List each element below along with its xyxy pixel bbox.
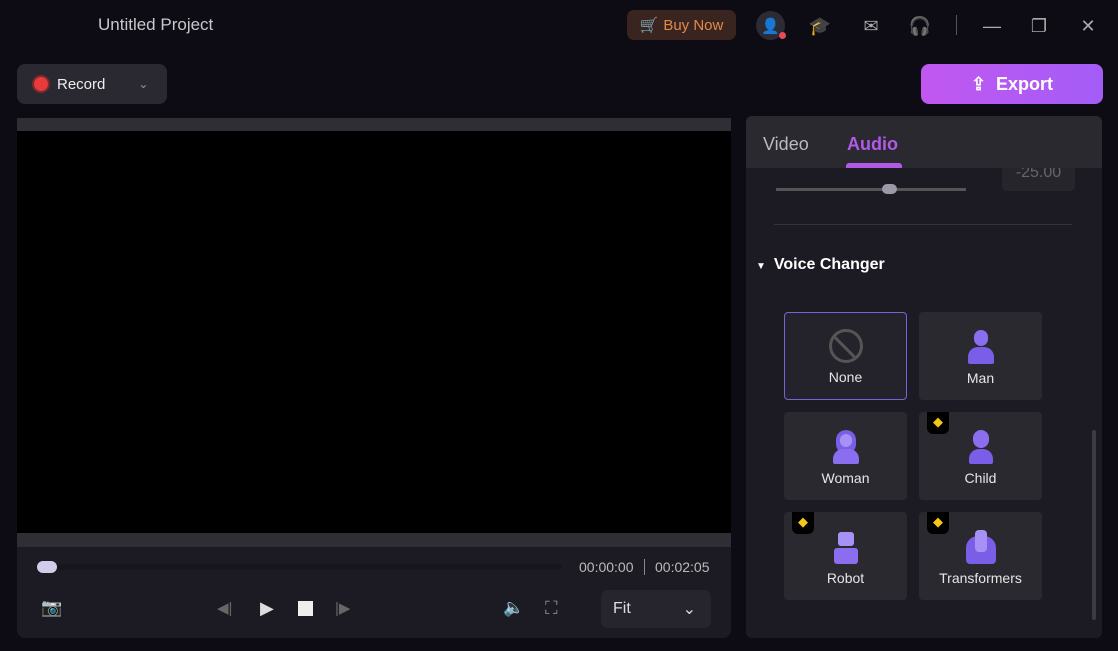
video-canvas	[17, 131, 731, 533]
previous-frame-icon[interactable]: ◀|	[217, 599, 232, 617]
account-avatar[interactable]: 👤	[756, 11, 786, 40]
voice-label: Robot	[826, 570, 865, 586]
panel-scrollbar[interactable]	[1092, 430, 1096, 620]
preview-bottom-bar	[17, 533, 731, 547]
child-avatar-icon	[966, 430, 996, 464]
notification-dot	[779, 32, 786, 39]
seek-bar[interactable]	[37, 564, 562, 570]
time-separator	[644, 559, 645, 575]
cart-icon: 🛒	[639, 17, 659, 34]
tab-audio[interactable]: Audio	[847, 134, 898, 155]
buy-now-button[interactable]: 🛒 Buy Now	[627, 10, 736, 40]
project-title: Untitled Project	[98, 15, 214, 34]
man-avatar-icon	[966, 330, 996, 364]
voice-label: None	[828, 369, 863, 385]
robot-avatar-icon	[831, 530, 861, 564]
active-tab-indicator	[846, 163, 902, 168]
zoom-select-value: Fit	[613, 600, 631, 617]
volume-icon[interactable]: 🔈	[503, 598, 524, 618]
headset-icon[interactable]: 🎧	[906, 12, 934, 40]
play-icon[interactable]: ▶	[260, 598, 274, 619]
chevron-down-icon: ⌄	[138, 77, 149, 91]
premium-gem-icon: ◆	[792, 512, 814, 534]
ban-icon	[828, 329, 863, 363]
section-divider	[774, 224, 1072, 225]
upload-icon: ⇪	[970, 73, 987, 94]
buy-now-label: Buy Now	[663, 16, 724, 34]
transformer-avatar-icon	[965, 530, 996, 564]
voice-man[interactable]: Man	[919, 312, 1042, 400]
divider	[956, 15, 957, 35]
snapshot-icon[interactable]: 📷	[41, 598, 62, 618]
seek-handle[interactable]	[37, 561, 57, 573]
voice-label: Child	[964, 470, 997, 486]
tab-video[interactable]: Video	[763, 134, 809, 155]
voice-changer-header[interactable]: ▼ Voice Changer	[756, 256, 885, 274]
panel-tabs: Video Audio	[746, 116, 1102, 168]
graduation-cap-icon[interactable]: 🎓	[806, 12, 834, 40]
caret-down-icon: ▼	[756, 261, 766, 272]
minimize-icon[interactable]: —	[978, 12, 1006, 40]
woman-avatar-icon	[831, 430, 861, 464]
record-icon	[34, 77, 48, 91]
export-button[interactable]: ⇪ Export	[921, 64, 1103, 104]
properties-panel: -25.00 Video Audio ▼ Voice Changer None M…	[746, 116, 1102, 638]
voice-label: Woman	[821, 470, 870, 486]
voice-none[interactable]: None	[784, 312, 907, 400]
preview-panel: 00:00:00 00:02:05 📷 ◀| ▶ |▶ 🔈 ⛶ Fit ⌄	[17, 118, 731, 638]
record-dropdown[interactable]: Record ⌄	[17, 64, 167, 104]
fullscreen-icon[interactable]: ⛶	[545, 598, 558, 619]
current-time: 00:00:00	[579, 559, 634, 575]
close-icon[interactable]: ✕	[1074, 12, 1102, 40]
voice-woman[interactable]: Woman	[784, 412, 907, 500]
premium-gem-icon: ◆	[927, 412, 949, 434]
premium-gem-icon: ◆	[927, 512, 949, 534]
preview-top-bar	[17, 118, 731, 131]
voice-label: Transformers	[939, 570, 1022, 586]
total-time: 00:02:05	[655, 559, 710, 575]
voice-child[interactable]: ◆ Child	[919, 412, 1042, 500]
voice-transformers[interactable]: ◆ Transformers	[919, 512, 1042, 600]
stop-icon[interactable]	[298, 601, 313, 616]
mail-icon[interactable]: ✉	[857, 12, 885, 40]
zoom-select[interactable]: Fit ⌄	[601, 590, 711, 628]
restore-icon[interactable]: ❐	[1025, 12, 1053, 40]
voice-changer-title: Voice Changer	[773, 256, 885, 273]
chevron-down-icon: ⌄	[682, 601, 696, 618]
voice-label: Man	[966, 370, 995, 386]
gain-slider-handle[interactable]	[882, 184, 897, 194]
voice-robot[interactable]: ◆ Robot	[784, 512, 907, 600]
export-label: Export	[996, 73, 1054, 94]
gain-slider-track[interactable]	[776, 188, 966, 191]
next-frame-icon[interactable]: |▶	[335, 599, 350, 617]
record-label: Record	[57, 75, 106, 93]
